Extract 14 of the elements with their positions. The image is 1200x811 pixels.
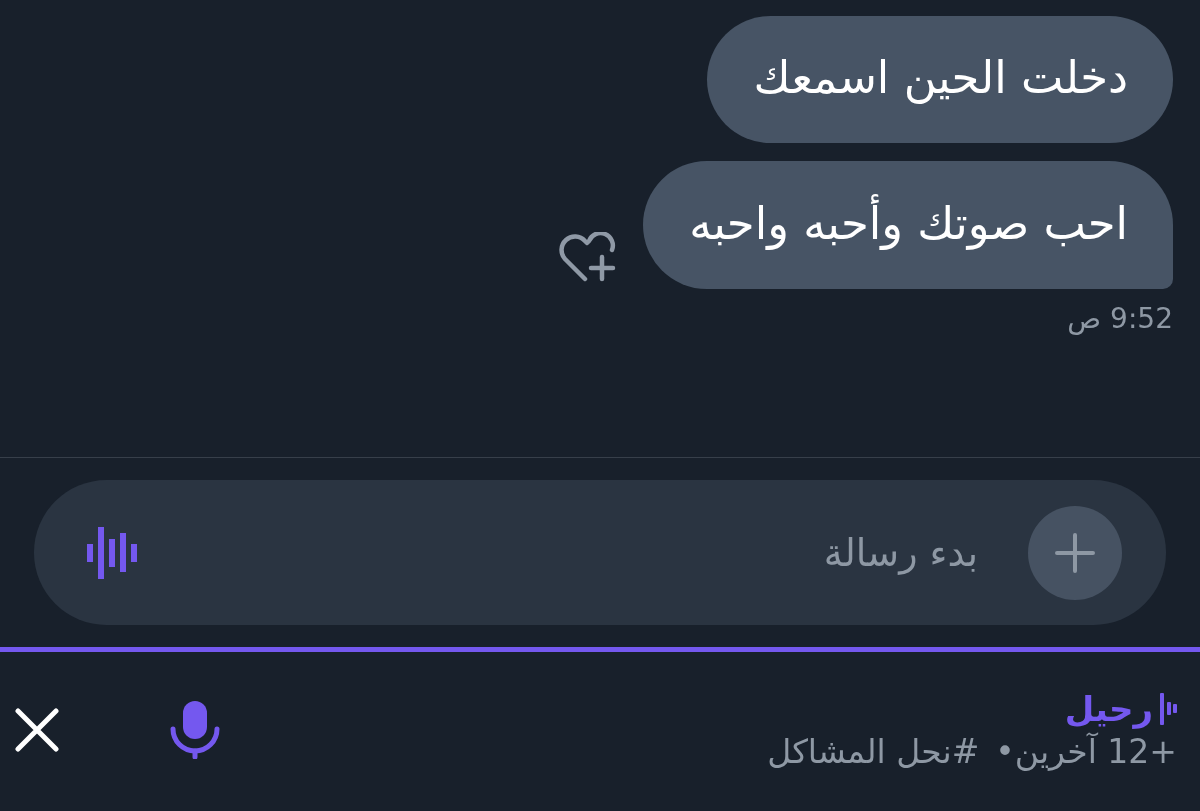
waveform-icon[interactable] xyxy=(86,526,138,579)
microphone-icon[interactable] xyxy=(169,700,221,759)
voice-members-count: +12 آخرين• xyxy=(995,732,1177,771)
voice-bars-icon xyxy=(1160,692,1177,725)
voice-user-name: رحيل xyxy=(1064,688,1153,729)
close-icon[interactable] xyxy=(15,707,59,752)
plus-icon xyxy=(1055,532,1095,573)
voice-channel-name: #نحل المشاكل xyxy=(767,732,980,771)
heart-plus-icon[interactable] xyxy=(558,232,617,282)
message-input[interactable]: بدء رسالة xyxy=(178,522,978,583)
message-field[interactable]: بدء رسالة xyxy=(34,480,1166,625)
message-timestamp: 9:52 ص xyxy=(1067,303,1173,335)
message-bubble: احب صوتك وأحبه واحبه xyxy=(643,161,1173,289)
message-bubble: دخلت الحين اسمعك xyxy=(707,16,1173,143)
